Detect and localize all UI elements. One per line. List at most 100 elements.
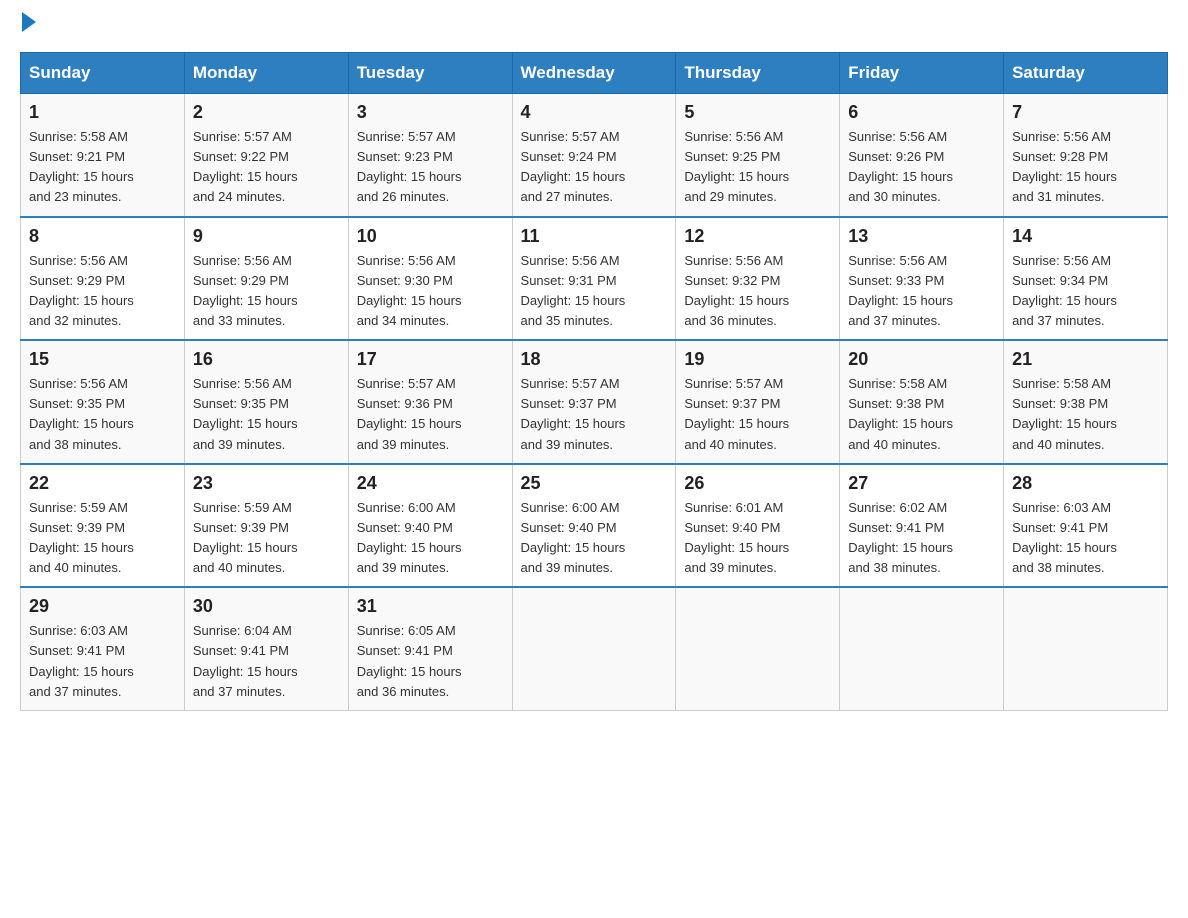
calendar-week-1: 1 Sunrise: 5:58 AMSunset: 9:21 PMDaylight… (21, 94, 1168, 217)
calendar-cell (676, 587, 840, 710)
day-info: Sunrise: 5:58 AMSunset: 9:38 PMDaylight:… (1012, 374, 1159, 455)
calendar-cell: 14 Sunrise: 5:56 AMSunset: 9:34 PMDayligh… (1004, 217, 1168, 341)
day-number: 30 (193, 596, 340, 617)
day-number: 18 (521, 349, 668, 370)
calendar-cell: 5 Sunrise: 5:56 AMSunset: 9:25 PMDaylight… (676, 94, 840, 217)
day-number: 19 (684, 349, 831, 370)
day-info: Sunrise: 5:58 AMSunset: 9:38 PMDaylight:… (848, 374, 995, 455)
calendar-cell: 6 Sunrise: 5:56 AMSunset: 9:26 PMDaylight… (840, 94, 1004, 217)
calendar-cell: 17 Sunrise: 5:57 AMSunset: 9:36 PMDayligh… (348, 340, 512, 464)
calendar-cell: 16 Sunrise: 5:56 AMSunset: 9:35 PMDayligh… (184, 340, 348, 464)
day-number: 28 (1012, 473, 1159, 494)
logo-arrow-icon (22, 12, 36, 32)
calendar-cell: 20 Sunrise: 5:58 AMSunset: 9:38 PMDayligh… (840, 340, 1004, 464)
calendar-cell: 29 Sunrise: 6:03 AMSunset: 9:41 PMDayligh… (21, 587, 185, 710)
day-number: 25 (521, 473, 668, 494)
calendar-week-2: 8Sunrise: 5:56 AMSunset: 9:29 PMDaylight… (21, 217, 1168, 341)
day-info: Sunrise: 5:56 AMSunset: 9:33 PMDaylight:… (848, 251, 995, 332)
day-info: Sunrise: 5:57 AMSunset: 9:37 PMDaylight:… (521, 374, 668, 455)
day-info: Sunrise: 5:59 AMSunset: 9:39 PMDaylight:… (29, 498, 176, 579)
day-info: Sunrise: 5:56 AMSunset: 9:30 PMDaylight:… (357, 251, 504, 332)
day-number: 26 (684, 473, 831, 494)
day-info: Sunrise: 6:00 AMSunset: 9:40 PMDaylight:… (521, 498, 668, 579)
day-info: Sunrise: 5:57 AMSunset: 9:22 PMDaylight:… (193, 127, 340, 208)
day-number: 24 (357, 473, 504, 494)
day-number: 2 (193, 102, 340, 123)
calendar-cell: 11 Sunrise: 5:56 AMSunset: 9:31 PMDayligh… (512, 217, 676, 341)
day-number: 29 (29, 596, 176, 617)
logo-text (20, 20, 36, 32)
calendar-header-wednesday: Wednesday (512, 53, 676, 94)
day-info: Sunrise: 5:56 AMSunset: 9:25 PMDaylight:… (684, 127, 831, 208)
calendar-cell (512, 587, 676, 710)
calendar-cell: 13 Sunrise: 5:56 AMSunset: 9:33 PMDayligh… (840, 217, 1004, 341)
day-info: Sunrise: 5:59 AMSunset: 9:39 PMDaylight:… (193, 498, 340, 579)
day-number: 31 (357, 596, 504, 617)
day-number: 13 (848, 226, 995, 247)
calendar-cell: 2 Sunrise: 5:57 AMSunset: 9:22 PMDaylight… (184, 94, 348, 217)
day-number: 22 (29, 473, 176, 494)
day-number: 17 (357, 349, 504, 370)
calendar-cell: 9Sunrise: 5:56 AMSunset: 9:29 PMDaylight… (184, 217, 348, 341)
day-info: Sunrise: 5:57 AMSunset: 9:36 PMDaylight:… (357, 374, 504, 455)
calendar-cell: 31Sunrise: 6:05 AMSunset: 9:41 PMDayligh… (348, 587, 512, 710)
calendar-header-tuesday: Tuesday (348, 53, 512, 94)
day-number: 27 (848, 473, 995, 494)
calendar-header-saturday: Saturday (1004, 53, 1168, 94)
day-number: 14 (1012, 226, 1159, 247)
calendar-cell (1004, 587, 1168, 710)
day-info: Sunrise: 5:56 AMSunset: 9:34 PMDaylight:… (1012, 251, 1159, 332)
calendar-header-monday: Monday (184, 53, 348, 94)
day-number: 23 (193, 473, 340, 494)
calendar-week-4: 22 Sunrise: 5:59 AMSunset: 9:39 PMDayligh… (21, 464, 1168, 588)
calendar-cell: 30 Sunrise: 6:04 AMSunset: 9:41 PMDayligh… (184, 587, 348, 710)
calendar-cell: 25 Sunrise: 6:00 AMSunset: 9:40 PMDayligh… (512, 464, 676, 588)
day-info: Sunrise: 6:03 AMSunset: 9:41 PMDaylight:… (1012, 498, 1159, 579)
calendar-cell: 19Sunrise: 5:57 AMSunset: 9:37 PMDayligh… (676, 340, 840, 464)
day-number: 15 (29, 349, 176, 370)
day-number: 6 (848, 102, 995, 123)
day-info: Sunrise: 5:56 AMSunset: 9:29 PMDaylight:… (29, 251, 176, 332)
day-info: Sunrise: 5:57 AMSunset: 9:24 PMDaylight:… (521, 127, 668, 208)
calendar-header-sunday: Sunday (21, 53, 185, 94)
day-info: Sunrise: 6:03 AMSunset: 9:41 PMDaylight:… (29, 621, 176, 702)
calendar-cell: 7 Sunrise: 5:56 AMSunset: 9:28 PMDaylight… (1004, 94, 1168, 217)
day-info: Sunrise: 5:56 AMSunset: 9:26 PMDaylight:… (848, 127, 995, 208)
calendar-cell: 18 Sunrise: 5:57 AMSunset: 9:37 PMDayligh… (512, 340, 676, 464)
calendar-cell: 15Sunrise: 5:56 AMSunset: 9:35 PMDayligh… (21, 340, 185, 464)
page-header (20, 20, 1168, 32)
day-info: Sunrise: 5:56 AMSunset: 9:32 PMDaylight:… (684, 251, 831, 332)
day-info: Sunrise: 5:58 AMSunset: 9:21 PMDaylight:… (29, 127, 176, 208)
calendar-cell: 3 Sunrise: 5:57 AMSunset: 9:23 PMDaylight… (348, 94, 512, 217)
day-info: Sunrise: 5:57 AMSunset: 9:23 PMDaylight:… (357, 127, 504, 208)
calendar-header-row: SundayMondayTuesdayWednesdayThursdayFrid… (21, 53, 1168, 94)
day-number: 5 (684, 102, 831, 123)
day-number: 10 (357, 226, 504, 247)
day-number: 16 (193, 349, 340, 370)
calendar-cell: 24 Sunrise: 6:00 AMSunset: 9:40 PMDayligh… (348, 464, 512, 588)
calendar-cell: 26Sunrise: 6:01 AMSunset: 9:40 PMDayligh… (676, 464, 840, 588)
day-info: Sunrise: 5:56 AMSunset: 9:31 PMDaylight:… (521, 251, 668, 332)
calendar-cell: 10 Sunrise: 5:56 AMSunset: 9:30 PMDayligh… (348, 217, 512, 341)
day-number: 21 (1012, 349, 1159, 370)
day-info: Sunrise: 6:02 AMSunset: 9:41 PMDaylight:… (848, 498, 995, 579)
calendar-cell: 4Sunrise: 5:57 AMSunset: 9:24 PMDaylight… (512, 94, 676, 217)
day-number: 1 (29, 102, 176, 123)
logo (20, 20, 36, 32)
logo-content (20, 20, 36, 32)
day-info: Sunrise: 6:00 AMSunset: 9:40 PMDaylight:… (357, 498, 504, 579)
day-number: 11 (521, 226, 668, 247)
calendar-week-5: 29 Sunrise: 6:03 AMSunset: 9:41 PMDayligh… (21, 587, 1168, 710)
day-info: Sunrise: 5:56 AMSunset: 9:28 PMDaylight:… (1012, 127, 1159, 208)
day-info: Sunrise: 6:04 AMSunset: 9:41 PMDaylight:… (193, 621, 340, 702)
calendar-table: SundayMondayTuesdayWednesdayThursdayFrid… (20, 52, 1168, 711)
day-number: 3 (357, 102, 504, 123)
day-number: 7 (1012, 102, 1159, 123)
calendar-cell: 23 Sunrise: 5:59 AMSunset: 9:39 PMDayligh… (184, 464, 348, 588)
day-info: Sunrise: 5:56 AMSunset: 9:35 PMDaylight:… (193, 374, 340, 455)
calendar-cell: 8Sunrise: 5:56 AMSunset: 9:29 PMDaylight… (21, 217, 185, 341)
calendar-cell: 21 Sunrise: 5:58 AMSunset: 9:38 PMDayligh… (1004, 340, 1168, 464)
day-info: Sunrise: 5:56 AMSunset: 9:29 PMDaylight:… (193, 251, 340, 332)
day-number: 20 (848, 349, 995, 370)
calendar-cell: 28 Sunrise: 6:03 AMSunset: 9:41 PMDayligh… (1004, 464, 1168, 588)
